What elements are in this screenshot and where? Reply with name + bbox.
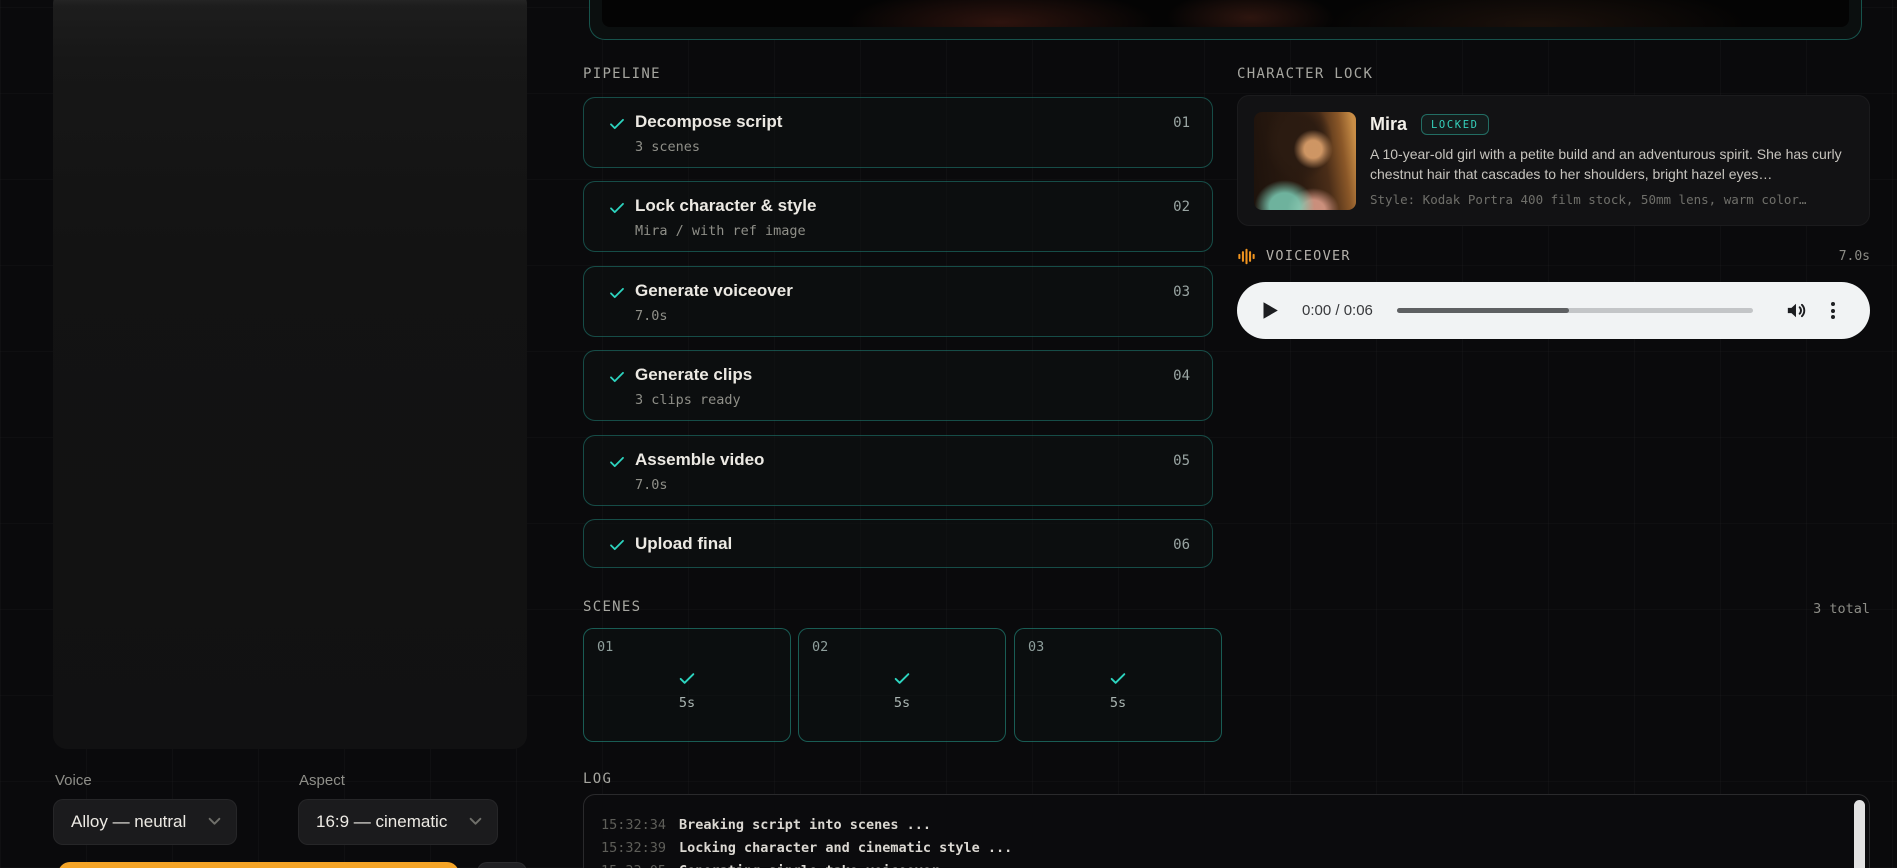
step-subtitle: 7.0s bbox=[635, 477, 668, 493]
check-icon bbox=[893, 669, 912, 688]
log-section-header: LOG bbox=[583, 771, 613, 787]
audio-seek-progress bbox=[1396, 308, 1569, 313]
step-subtitle: 7.0s bbox=[635, 308, 668, 324]
pipeline-step-assemble-video: Assemble video 7.0s 05 bbox=[583, 435, 1213, 506]
aspect-label: Aspect bbox=[299, 772, 345, 789]
step-subtitle: 3 scenes bbox=[635, 139, 701, 155]
audio-player[interactable]: 0:00 / 0:06 bbox=[1237, 282, 1870, 339]
character-description: A 10-year-old girl with a petite build a… bbox=[1370, 146, 1842, 182]
check-icon bbox=[608, 115, 626, 133]
chevron-down-icon bbox=[469, 813, 482, 831]
log-message: Locking character and cinematic style ..… bbox=[679, 840, 1013, 856]
check-icon bbox=[608, 284, 626, 302]
log-scrollbar-thumb[interactable] bbox=[1854, 800, 1865, 868]
chevron-down-icon bbox=[208, 813, 221, 831]
voiceover-section-header: VOICEOVER bbox=[1266, 248, 1351, 264]
pipeline-step-generate-voiceover: Generate voiceover 7.0s 03 bbox=[583, 266, 1213, 337]
scenes-total-count: 3 total bbox=[1813, 601, 1870, 617]
step-subtitle: Mira / with ref image bbox=[635, 223, 806, 239]
log-panel[interactable]: 15:32:34 Breaking script into scenes ...… bbox=[583, 794, 1870, 868]
script-input-panel[interactable] bbox=[53, 0, 527, 749]
character-name: Mira bbox=[1370, 114, 1408, 134]
check-icon bbox=[1109, 669, 1128, 688]
scene-number: 01 bbox=[597, 639, 614, 655]
voice-label: Voice bbox=[55, 772, 92, 789]
app-screen: Voice Alloy — neutral Aspect 16:9 — cine… bbox=[0, 0, 1897, 868]
sidebar-secondary-button[interactable] bbox=[477, 862, 527, 868]
log-entry: 15:32:34 Breaking script into scenes ... bbox=[601, 814, 1839, 837]
log-message: Generating single-take voiceover ... bbox=[679, 860, 972, 868]
log-timestamp: 15:33:05 bbox=[601, 860, 666, 868]
log-entry: 15:32:39 Locking character and cinematic… bbox=[601, 837, 1839, 860]
pipeline-step-lock-character: Lock character & style Mira / with ref i… bbox=[583, 181, 1213, 252]
log-entry: 15:33:05 Generating single-take voiceove… bbox=[601, 860, 1839, 868]
audio-lines-icon bbox=[1237, 247, 1256, 266]
locked-status-badge: LOCKED bbox=[1421, 114, 1489, 135]
character-lock-section-header: CHARACTER LOCK bbox=[1237, 66, 1374, 82]
step-number: 06 bbox=[1173, 537, 1190, 553]
step-number: 03 bbox=[1173, 284, 1190, 300]
step-number: 04 bbox=[1173, 368, 1190, 384]
check-icon bbox=[608, 199, 626, 217]
check-icon bbox=[608, 453, 626, 471]
voice-select[interactable]: Alloy — neutral bbox=[53, 799, 237, 845]
character-lock-card: Mira LOCKED A 10-year-old girl with a pe… bbox=[1237, 95, 1870, 226]
character-reference-image bbox=[1254, 112, 1356, 210]
scene-number: 03 bbox=[1028, 639, 1045, 655]
video-player[interactable] bbox=[602, 0, 1849, 27]
log-timestamp: 15:32:39 bbox=[601, 840, 667, 856]
aspect-select[interactable]: 16:9 — cinematic bbox=[298, 799, 498, 845]
voice-select-value: Alloy — neutral bbox=[71, 812, 187, 831]
check-icon bbox=[608, 368, 626, 386]
scene-duration: 5s bbox=[678, 695, 696, 711]
scene-duration: 5s bbox=[893, 695, 911, 711]
character-style-line: Style: Kodak Portra 400 film stock, 50mm… bbox=[1370, 192, 1807, 207]
kebab-menu-icon[interactable] bbox=[1826, 301, 1840, 321]
pipeline-step-generate-clips: Generate clips 3 clips ready 04 bbox=[583, 350, 1213, 421]
step-title: Generate clips bbox=[635, 365, 753, 384]
check-icon bbox=[678, 669, 697, 688]
step-title: Decompose script bbox=[635, 112, 783, 131]
scene-card-03[interactable]: 03 5s bbox=[1014, 628, 1222, 742]
log-timestamp: 15:32:34 bbox=[601, 817, 667, 833]
step-subtitle: 3 clips ready bbox=[635, 392, 741, 408]
play-icon[interactable] bbox=[1262, 301, 1279, 320]
pipeline-step-upload-final: Upload final 06 bbox=[583, 519, 1213, 568]
scene-card-02[interactable]: 02 5s bbox=[798, 628, 1006, 742]
audio-time-display: 0:00 / 0:06 bbox=[1302, 302, 1373, 319]
scene-card-01[interactable]: 01 5s bbox=[583, 628, 791, 742]
scenes-section-header: SCENES bbox=[583, 599, 642, 615]
log-message: Breaking script into scenes ... bbox=[679, 817, 931, 833]
voiceover-duration: 7.0s bbox=[1838, 248, 1870, 264]
aspect-select-value: 16:9 — cinematic bbox=[316, 812, 448, 831]
generate-button[interactable] bbox=[58, 862, 459, 868]
volume-icon[interactable] bbox=[1784, 299, 1807, 322]
voiceover-header-row: VOICEOVER 7.0s bbox=[1237, 246, 1870, 266]
scene-number: 02 bbox=[812, 639, 829, 655]
step-number: 01 bbox=[1173, 115, 1190, 131]
step-number: 02 bbox=[1173, 199, 1190, 215]
audio-seek-bar[interactable] bbox=[1396, 308, 1753, 313]
step-title: Generate voiceover bbox=[635, 281, 793, 300]
scene-duration: 5s bbox=[1109, 695, 1127, 711]
step-number: 05 bbox=[1173, 453, 1190, 469]
video-preview-card bbox=[589, 0, 1862, 40]
step-title: Upload final bbox=[635, 534, 733, 553]
step-title: Lock character & style bbox=[635, 196, 817, 215]
pipeline-section-header: PIPELINE bbox=[583, 66, 661, 82]
pipeline-step-decompose-script: Decompose script 3 scenes 01 bbox=[583, 97, 1213, 168]
step-title: Assemble video bbox=[635, 450, 765, 469]
check-icon bbox=[608, 536, 626, 554]
